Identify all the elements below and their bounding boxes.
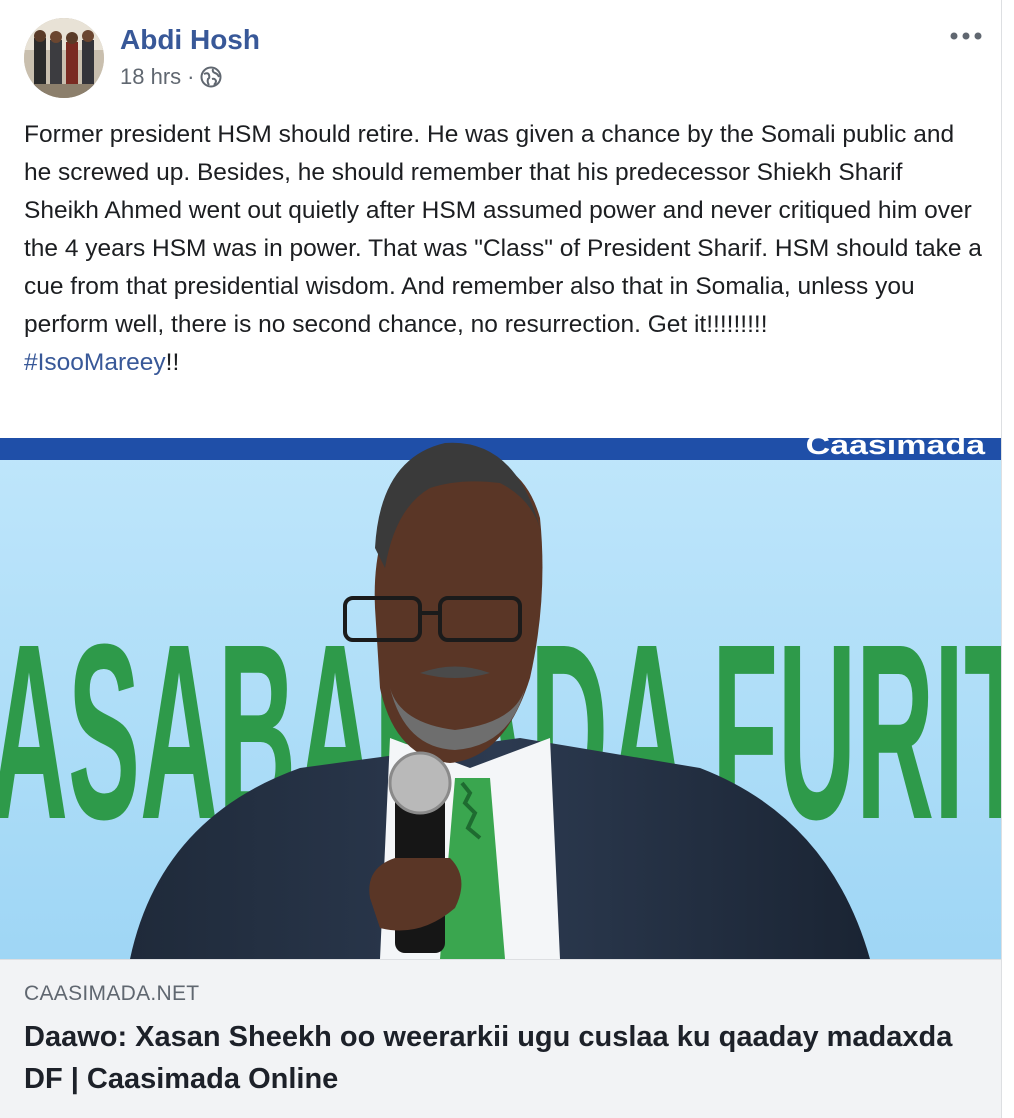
link-preview-card[interactable]: Caasimada ASABAHADA FURIT CAASIMADA.NET …: [0, 438, 1001, 1118]
hashtag-link[interactable]: #IsooMareey: [24, 349, 166, 376]
post-body: Former president HSM should retire. He w…: [24, 116, 984, 382]
link-preview-image[interactable]: Caasimada ASABAHADA FURIT: [0, 438, 1001, 959]
post-message: Former president HSM should retire. He w…: [24, 121, 982, 338]
meta-separator: ·: [187, 64, 195, 89]
link-domain: CAASIMADA.NET: [24, 982, 200, 1005]
post-header: Abdi Hosh 18 hrs ·: [0, 0, 1000, 110]
hashtag-suffix: !!: [165, 349, 180, 376]
globe-icon[interactable]: [200, 66, 222, 88]
link-preview-caption[interactable]: CAASIMADA.NET Daawo: Xasan Sheekh oo wee…: [0, 959, 1001, 1118]
card-border: [1001, 0, 1002, 1118]
author-name[interactable]: Abdi Hosh: [120, 24, 260, 56]
post-timestamp[interactable]: 18 hrs: [120, 64, 181, 90]
post-meta: 18 hrs ·: [120, 64, 222, 90]
author-avatar[interactable]: [24, 18, 104, 98]
avatar-photo: [24, 18, 104, 98]
more-options-icon[interactable]: [946, 24, 986, 48]
banner-watermark: Caasimada: [806, 438, 986, 460]
link-title[interactable]: Daawo: Xasan Sheekh oo weerarkii ugu cus…: [24, 1016, 974, 1100]
preview-photo: Caasimada ASABAHADA FURIT: [0, 438, 1001, 959]
post-hashtag-line: #IsooMareey!!: [24, 344, 984, 382]
